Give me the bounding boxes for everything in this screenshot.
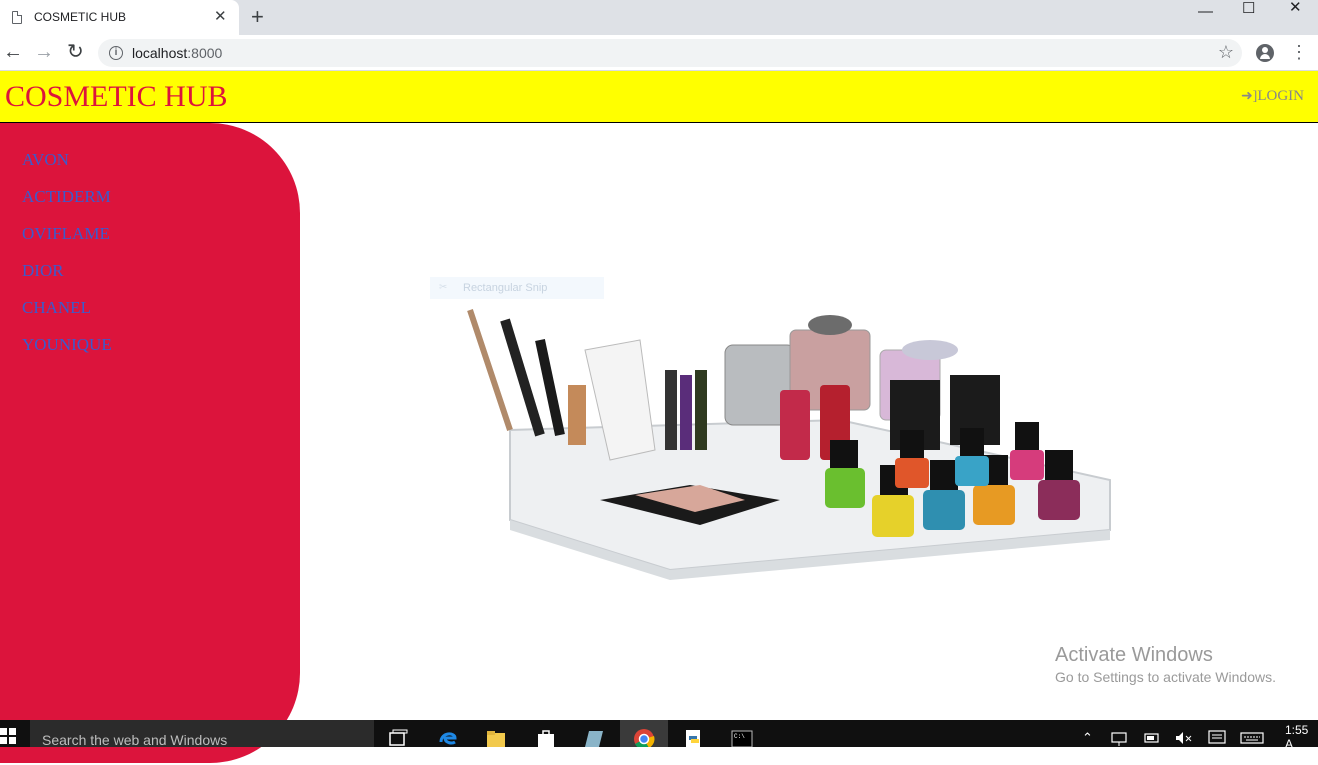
url-text[interactable]: localhost:8000: [132, 45, 222, 61]
sidebar-item-actiderm[interactable]: ACTIDERM: [22, 187, 300, 224]
browser-toolbar: ← → ↻ i localhost:8000 ☆ ⋮: [0, 35, 1318, 71]
brand-list: AVON ACTIDERM OVIFLAME DIOR CHANEL YOUNI…: [0, 123, 300, 372]
bookmark-star-icon[interactable]: ☆: [1218, 42, 1234, 63]
notes-app-icon[interactable]: [583, 728, 605, 747]
sidebar-item-oviflame[interactable]: OVIFLAME: [22, 224, 300, 261]
activate-windows-watermark: Activate Windows Go to Settings to activ…: [1055, 643, 1276, 687]
back-button[interactable]: ←: [3, 40, 23, 64]
browser-menu-icon[interactable]: ⋮: [1290, 41, 1308, 63]
cosmetics-organizer-image: [467, 309, 1111, 580]
browser-tabstrip: COSMETIC HUB ✕ + — ☐ ✕: [0, 0, 1318, 35]
network-icon[interactable]: [1110, 728, 1130, 747]
command-prompt-icon[interactable]: C:\: [731, 728, 753, 747]
site-brand[interactable]: COSMETIC HUB: [5, 80, 228, 114]
keyboard-icon[interactable]: [1240, 728, 1264, 747]
store-icon[interactable]: [535, 728, 557, 747]
profile-avatar-icon[interactable]: [1256, 44, 1274, 62]
login-label: LOGIN: [1257, 88, 1304, 104]
svg-text:C:\: C:\: [734, 733, 745, 740]
action-center-icon[interactable]: [1207, 728, 1227, 747]
file-explorer-icon[interactable]: [485, 728, 507, 747]
taskbar-clock[interactable]: 1:55 A 2/12/2: [1285, 723, 1318, 765]
chrome-icon[interactable]: [633, 728, 655, 747]
tab-title: COSMETIC HUB: [34, 10, 127, 24]
login-icon: ➜]: [1240, 89, 1258, 104]
volume-muted-icon[interactable]: [1173, 728, 1193, 747]
task-view-icon[interactable]: [387, 728, 409, 747]
info-icon[interactable]: i: [109, 46, 123, 60]
taskbar-search-placeholder: Search the web and Windows: [42, 732, 228, 748]
maximize-button[interactable]: ☐: [1242, 1, 1255, 17]
browser-tab[interactable]: COSMETIC HUB ✕: [0, 0, 239, 35]
activate-windows-subtitle: Go to Settings to activate Windows.: [1055, 669, 1276, 685]
forward-button[interactable]: →: [34, 40, 54, 64]
login-link[interactable]: ➜]LOGIN: [1241, 88, 1304, 105]
sidebar-item-chanel[interactable]: CHANEL: [22, 298, 300, 335]
reload-button[interactable]: ↻: [67, 40, 84, 64]
window-close-button[interactable]: ✕: [1289, 0, 1302, 16]
brand-sidebar: AVON ACTIDERM OVIFLAME DIOR CHANEL YOUNI…: [0, 123, 300, 763]
address-bar[interactable]: i localhost:8000 ☆: [98, 39, 1242, 67]
clock-date: 2/12/2: [1285, 751, 1318, 765]
sidebar-item-dior[interactable]: DIOR: [22, 261, 300, 298]
sidebar-item-younique[interactable]: YOUNIQUE: [22, 335, 300, 372]
tab-close-icon[interactable]: ✕: [214, 8, 227, 26]
windows-start-icon[interactable]: [0, 728, 16, 744]
sidebar-item-avon[interactable]: AVON: [22, 150, 300, 187]
snip-overlay: Rectangular Snip: [430, 277, 604, 299]
tray-chevron-icon[interactable]: ⌃: [1082, 730, 1093, 746]
site-header: COSMETIC HUB ➜]LOGIN: [0, 71, 1318, 123]
taskbar-search-box[interactable]: Search the web and Windows: [30, 720, 374, 748]
page-icon: [12, 11, 22, 24]
minimize-button[interactable]: —: [1198, 4, 1213, 20]
new-tab-button[interactable]: +: [251, 5, 264, 29]
battery-icon[interactable]: [1143, 728, 1163, 747]
edge-browser-icon[interactable]: [437, 728, 459, 747]
activate-windows-title: Activate Windows: [1055, 644, 1213, 666]
python-file-icon[interactable]: [683, 728, 705, 747]
windows-taskbar: Search the web and Windows C:\ ⌃ 1:55 A …: [0, 720, 1318, 765]
